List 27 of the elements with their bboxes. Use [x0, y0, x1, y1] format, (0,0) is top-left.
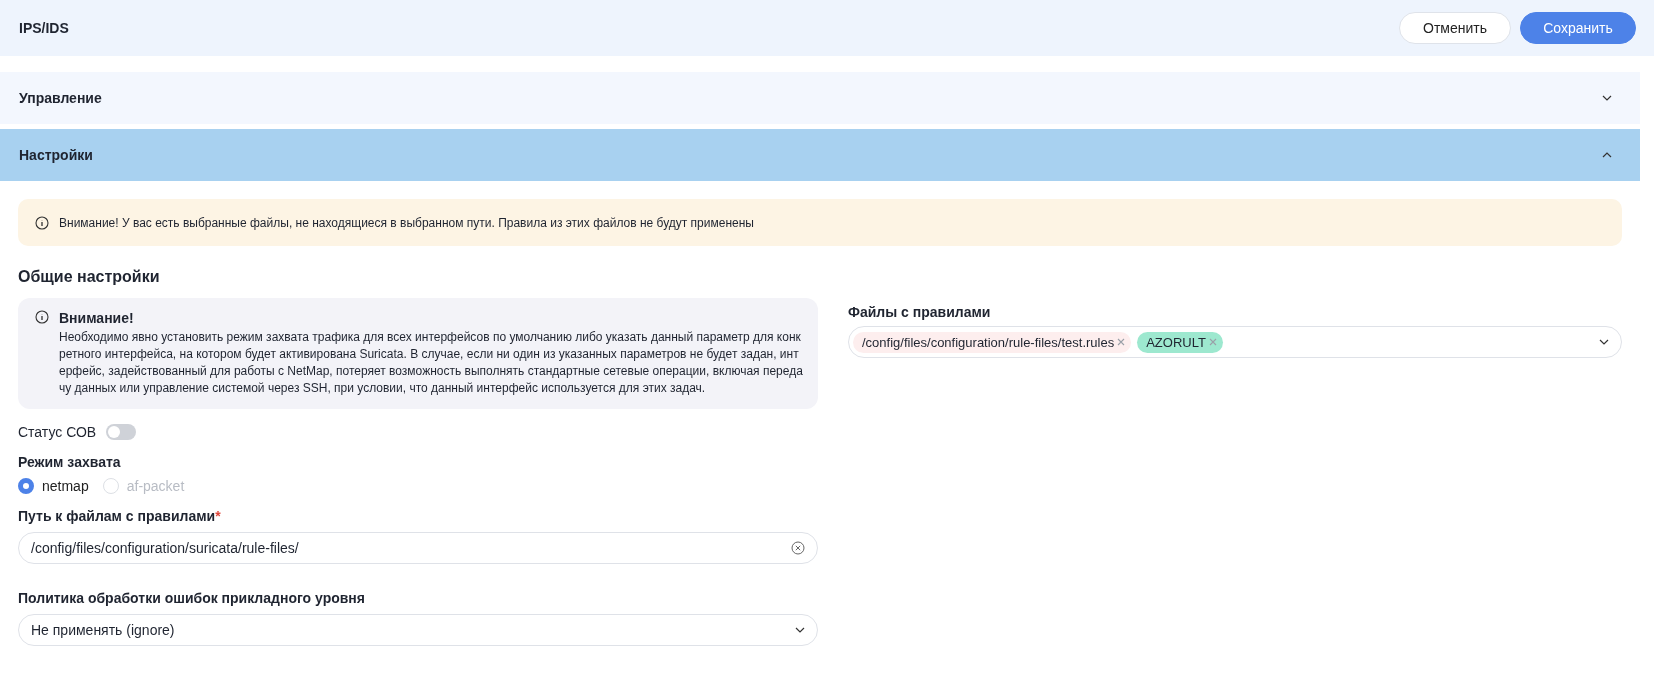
warning-text: Внимание! У вас есть выбранные файлы, не находящиеся в выбранном пути. Правила из этих файлов не будут применены — [59, 215, 754, 230]
file-tag: AZORULT — [1137, 331, 1223, 353]
notice-title: Внимание! — [59, 310, 135, 326]
save-button[interactable]: Сохранить — [1520, 12, 1636, 44]
notice-text: Необходимо явно установить режим захвата трафика для всех интерфейсов по умолчанию либо указать данный параметр для конкретного интерфейса, на котором будет активирована Suricata. В случае, если ни один из указанных параметров не будет задан, интерфейс, задействованный для работы с NetMap, потеряет возможность выполнять стандартные сетевые операции, включая передачу данных или управление системой через SSH, при условии, что данный интерфейс используется для этих задач. — [59, 329, 804, 397]
field-label: Файлы с правилами — [848, 304, 992, 320]
status-label: Статус СОВ — [18, 424, 97, 440]
cancel-button[interactable]: Отменить — [1399, 12, 1511, 44]
remove-icon[interactable] — [1208, 338, 1217, 346]
chevron-icon — [1602, 152, 1612, 158]
section-title: Общие настройки — [18, 268, 161, 286]
accordion-header[interactable]: Настройки — [0, 129, 1640, 181]
chevron-icon — [1599, 339, 1609, 345]
accordion-header[interactable]: Управление — [0, 72, 1640, 124]
info-icon — [35, 310, 49, 324]
clear-icon[interactable] — [791, 541, 805, 555]
status-toggle[interactable] — [106, 424, 137, 440]
field-label: Политика обработки ошибок прикладного уровня — [18, 590, 366, 606]
page-title: IPS/IDS — [19, 20, 69, 36]
radio-option[interactable]: netmap — [18, 478, 89, 494]
file-tag: /config/files/configuration/rule-files/test.rules — [853, 331, 1132, 353]
field-label: Путь к файлам с правилами* — [18, 508, 222, 524]
chevron-icon — [1602, 95, 1612, 101]
field-label: Режим захвата — [18, 454, 122, 470]
chevron-icon — [795, 627, 805, 633]
info-icon — [35, 215, 49, 230]
remove-icon[interactable] — [1117, 338, 1126, 346]
